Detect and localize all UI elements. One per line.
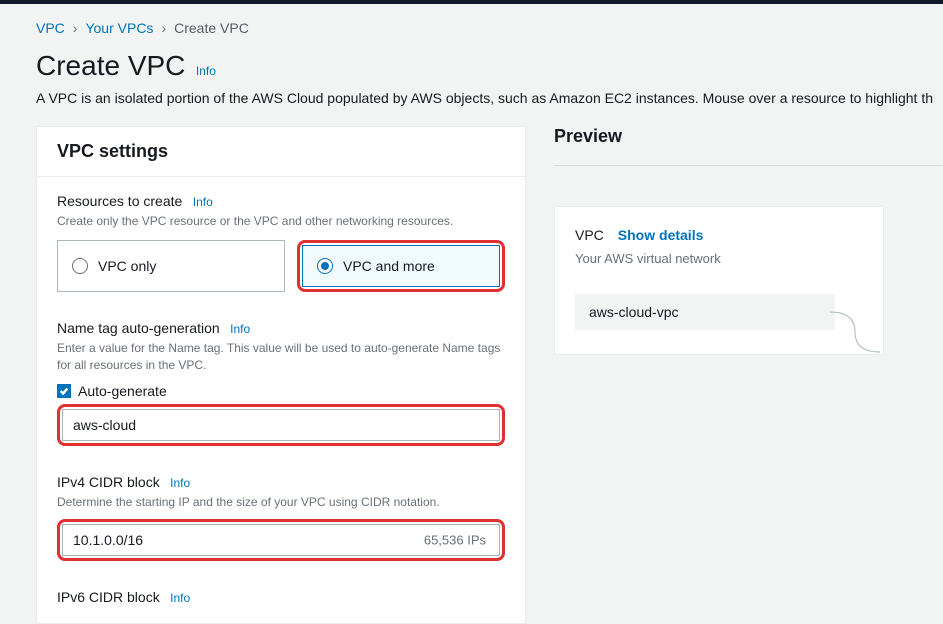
radio-vpc-and-more-label: VPC and more [343,258,435,274]
breadcrumb-your-vpcs[interactable]: Your VPCs [85,20,153,36]
ipv4-cidr-info-link[interactable]: Info [170,476,190,490]
radio-icon [317,258,333,274]
ipv6-cidr-label: IPv6 CIDR block [57,589,160,605]
preview-title: Preview [554,126,943,147]
radio-icon [72,258,88,274]
vpc-settings-card: VPC settings Resources to create Info Cr… [36,126,526,624]
name-tag-hint: Enter a value for the Name tag. This val… [57,340,505,374]
radio-vpc-only-label: VPC only [98,258,156,274]
auto-generate-checkbox[interactable] [57,384,71,398]
name-tag-info-link[interactable]: Info [230,322,250,336]
ipv6-cidr-info-link[interactable]: Info [170,591,190,605]
resources-info-link[interactable]: Info [193,195,213,209]
chevron-right-icon: › [161,20,166,36]
breadcrumb: VPC › Your VPCs › Create VPC [36,20,943,36]
ipv4-cidr-hint: Determine the starting IP and the size o… [57,494,505,511]
ipv4-cidr-label: IPv4 CIDR block [57,474,160,490]
page-subtitle: A VPC is an isolated portion of the AWS … [36,90,943,106]
name-tag-label: Name tag auto-generation [57,320,220,336]
vpc-settings-title: VPC settings [57,141,505,162]
radio-vpc-only[interactable]: VPC only [57,240,285,292]
breadcrumb-current: Create VPC [174,20,249,36]
preview-node-name: aws-cloud-vpc [589,304,678,320]
page-title: Create VPC [36,50,185,82]
preview-vpc-label: VPC [575,227,604,243]
show-details-link[interactable]: Show details [618,227,704,243]
title-info-link[interactable]: Info [196,64,216,78]
preview-vpc-node[interactable]: aws-cloud-vpc [575,294,835,330]
name-tag-input[interactable] [62,409,500,441]
chevron-right-icon: › [73,20,78,36]
connector-icon [830,312,880,352]
preview-vpc-card: VPC Show details Your AWS virtual networ… [554,206,884,355]
resources-hint: Create only the VPC resource or the VPC … [57,213,505,230]
ipv4-cidr-input[interactable] [62,524,500,556]
resources-to-create-label: Resources to create [57,193,182,209]
breadcrumb-vpc[interactable]: VPC [36,20,65,36]
auto-generate-label: Auto-generate [78,383,167,399]
radio-vpc-and-more[interactable]: VPC and more [302,245,500,287]
preview-vpc-sub: Your AWS virtual network [575,251,863,266]
